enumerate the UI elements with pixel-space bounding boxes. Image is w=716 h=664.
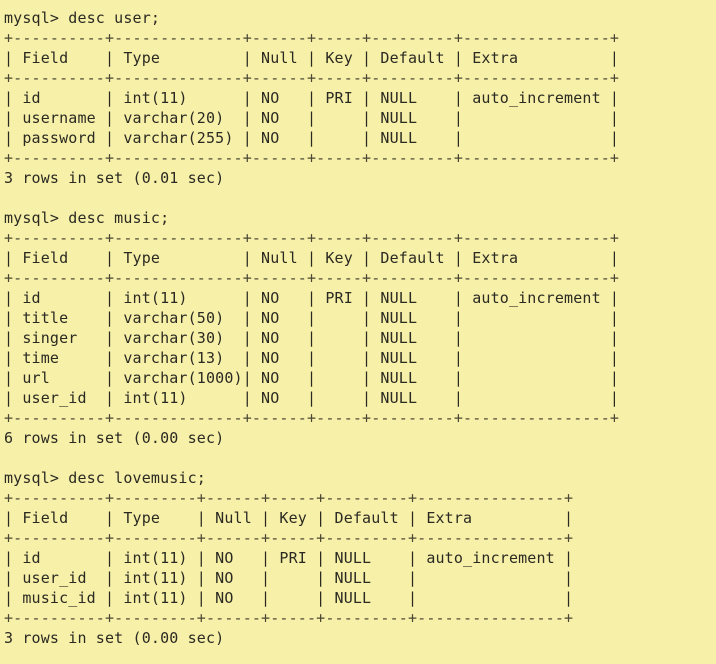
table-row: | url | varchar(1000)| NO | | NULL | |	[4, 369, 620, 387]
table-rule-top: +----------+--------------+------+-----+…	[4, 229, 620, 247]
table-row: | id | int(11) | NO | PRI | NULL | auto_…	[4, 89, 620, 107]
table-row: | id | int(11) | NO | PRI | NULL | auto_…	[4, 549, 574, 567]
result-status-line: 3 rows in set (0.00 sec)	[4, 629, 225, 647]
table-row: | music_id | int(11) | NO | | NULL | |	[4, 589, 574, 607]
result-status-line: 6 rows in set (0.00 sec)	[4, 429, 225, 447]
table-header-row: | Field | Type | Null | Key | Default | …	[4, 509, 574, 527]
table-rule-bottom: +----------+--------------+------+-----+…	[4, 409, 620, 427]
table-rule-header: +----------+--------------+------+-----+…	[4, 269, 620, 287]
table-row: | id | int(11) | NO | PRI | NULL | auto_…	[4, 289, 620, 307]
table-row: | title | varchar(50) | NO | | NULL | |	[4, 309, 620, 327]
table-row: | user_id | int(11) | NO | | NULL | |	[4, 569, 574, 587]
table-rule-top: +----------+--------------+------+-----+…	[4, 29, 620, 47]
table-row: | time | varchar(13) | NO | | NULL | |	[4, 349, 620, 367]
table-row: | singer | varchar(30) | NO | | NULL | |	[4, 329, 620, 347]
table-rule-bottom: +----------+---------+------+-----+-----…	[4, 609, 574, 627]
result-status-line: 3 rows in set (0.01 sec)	[4, 169, 225, 187]
table-row: | user_id | int(11) | NO | | NULL | |	[4, 389, 620, 407]
table-rule-header: +----------+--------------+------+-----+…	[4, 69, 620, 87]
table-header-row: | Field | Type | Null | Key | Default | …	[4, 249, 620, 267]
table-rule-top: +----------+---------+------+-----+-----…	[4, 489, 574, 507]
table-rule-header: +----------+---------+------+-----+-----…	[4, 529, 574, 547]
table-row: | username | varchar(20) | NO | | NULL |…	[4, 109, 620, 127]
table-rule-bottom: +----------+--------------+------+-----+…	[4, 149, 620, 167]
table-row: | password | varchar(255) | NO | | NULL …	[4, 129, 620, 147]
command-prompt-line: mysql> desc music;	[4, 209, 170, 227]
terminal-output[interactable]: mysql> desc user; +----------+-----------…	[0, 0, 716, 664]
command-prompt-line: mysql> desc lovemusic;	[4, 469, 206, 487]
table-header-row: | Field | Type | Null | Key | Default | …	[4, 49, 620, 67]
command-prompt-line: mysql> desc user;	[4, 9, 161, 27]
